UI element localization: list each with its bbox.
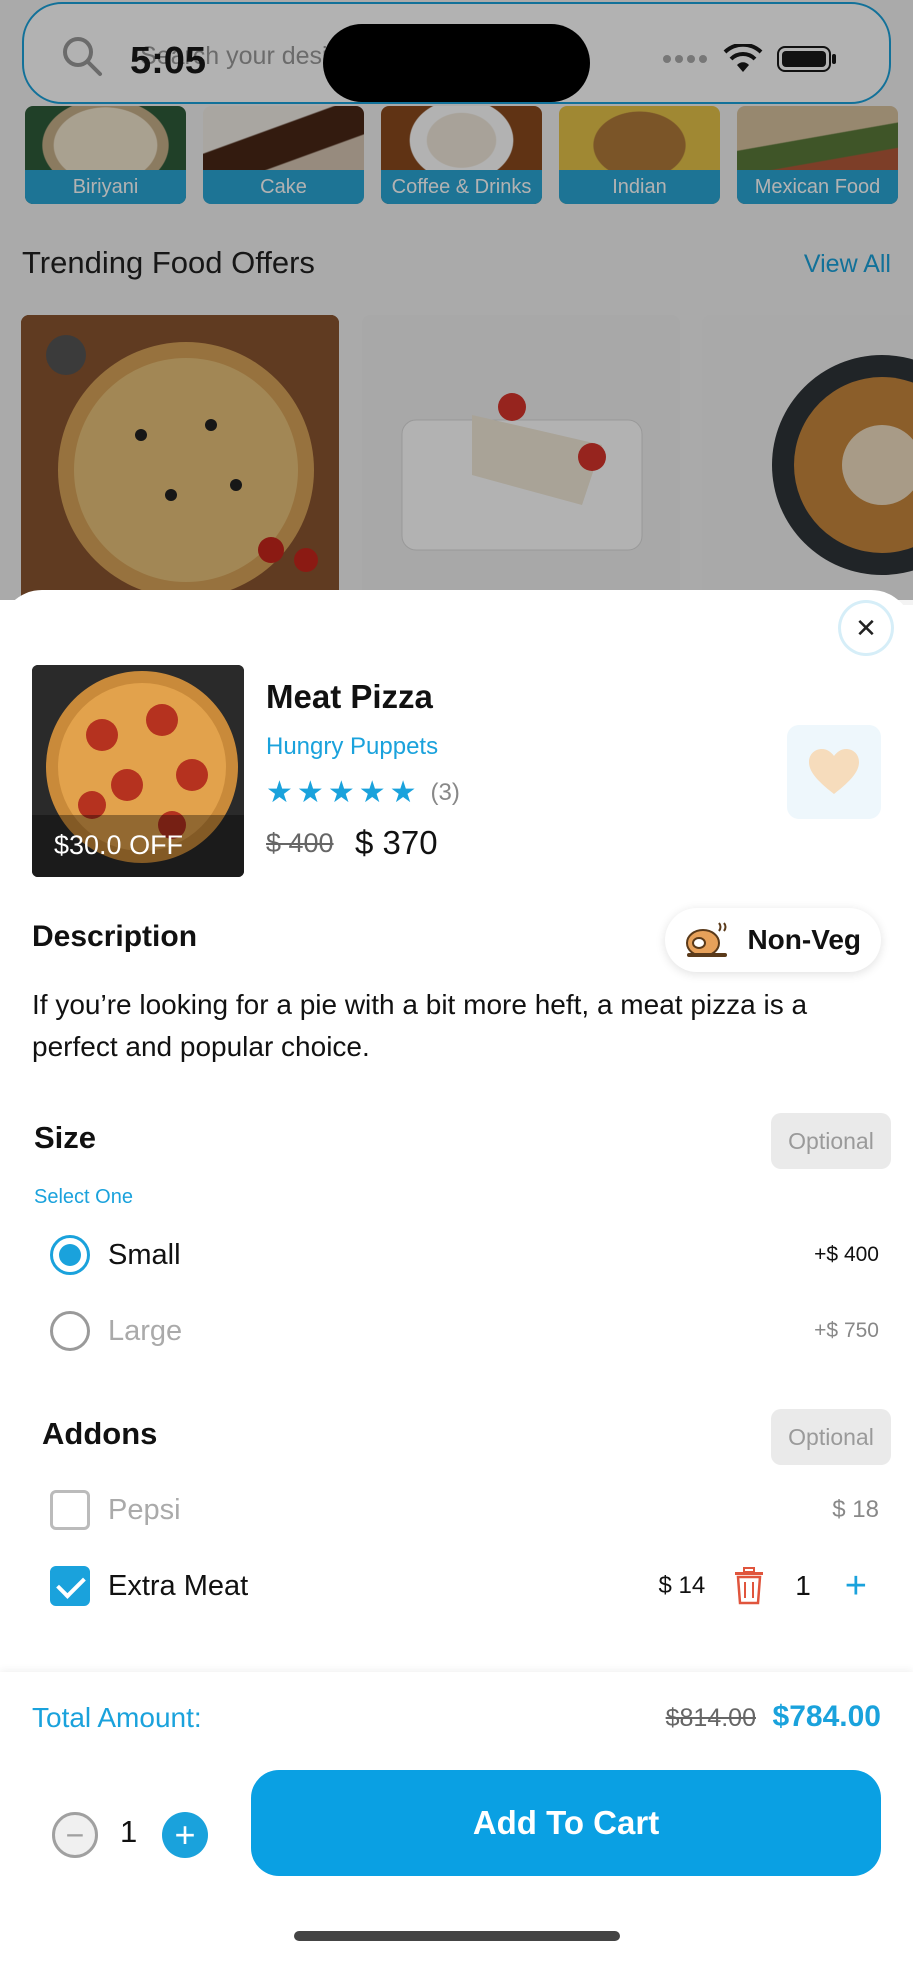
minus-icon: − [65, 1816, 85, 1853]
status-icons [661, 44, 837, 74]
rating-count: (3) [430, 779, 460, 806]
close-icon: ✕ [855, 612, 877, 643]
addon-quantity-controls: $ 14 1 + [659, 1567, 880, 1605]
size-option-small[interactable]: Small +$ 400 [50, 1230, 879, 1280]
plus-icon[interactable]: + [845, 1567, 867, 1605]
meat-icon [686, 922, 728, 957]
cellular-signal-icon [663, 55, 707, 63]
size-optional-badge: Optional [771, 1113, 891, 1169]
star-icon: ★ [266, 776, 293, 809]
total-amount: $784.00 [772, 1700, 881, 1733]
star-icon: ★ [389, 776, 417, 809]
trash-icon[interactable] [733, 1567, 765, 1605]
rating: ★ ★ ★ ★ ★ (3) [266, 778, 460, 808]
diet-label: Non-Veg [747, 924, 861, 955]
addon-extra-meat[interactable]: Extra Meat $ 14 1 + [50, 1561, 879, 1611]
product-image: $30.0 OFF [32, 665, 244, 877]
star-icon: ★ [296, 776, 324, 809]
addon-quantity: 1 [795, 1570, 811, 1601]
discounted-price: $ 370 [355, 824, 438, 861]
battery-icon [777, 46, 836, 72]
restaurant-link[interactable]: Hungry Puppets [266, 733, 438, 761]
star-icon: ★ [358, 776, 386, 809]
diet-tag: Non-Veg [665, 908, 881, 972]
wifi-icon [723, 44, 763, 72]
product-name: Meat Pizza [266, 678, 433, 715]
cart-footer: Total Amount: $814.00 $784.00 − 1 + Add … [0, 1672, 913, 1980]
addon-label: Pepsi [108, 1493, 181, 1526]
size-option-price: +$ 750 [814, 1319, 879, 1342]
description-text: If you’re looking for a pie with a bit m… [32, 989, 808, 1062]
addon-price: $ 14 [658, 1572, 706, 1599]
star-icon: ★ [327, 776, 355, 809]
size-option-price: +$ 400 [814, 1243, 879, 1266]
total-label: Total Amount: [32, 1702, 202, 1733]
size-option-large[interactable]: Large +$ 750 [50, 1306, 879, 1356]
size-hint: Select One [34, 1186, 133, 1208]
addons-title: Addons [42, 1416, 158, 1451]
add-to-cart-button[interactable]: Add To Cart [251, 1770, 881, 1876]
status-time: 5:05 [130, 40, 207, 82]
product-bottom-sheet: ✕ $30.0 OFF Meat Pizza Hungry Puppets ★ … [0, 590, 913, 1980]
close-button[interactable]: ✕ [841, 603, 891, 653]
dynamic-island [323, 24, 590, 102]
size-title: Size [34, 1120, 97, 1155]
checkbox-unchecked[interactable] [50, 1490, 90, 1530]
checkbox-checked[interactable] [50, 1566, 90, 1606]
home-indicator [294, 1931, 620, 1941]
addon-price: $ 18 [832, 1496, 879, 1523]
total-original: $814.00 [665, 1704, 756, 1732]
description-title: Description [32, 920, 198, 953]
original-price: $ 400 [266, 828, 334, 858]
size-option-label: Large [108, 1314, 183, 1347]
plus-icon: + [174, 1814, 196, 1855]
radio-unselected[interactable] [50, 1311, 90, 1351]
size-option-label: Small [108, 1238, 181, 1271]
discount-badge: $30.0 OFF [54, 830, 184, 860]
heart-icon [809, 749, 859, 794]
favorite-button[interactable] [787, 725, 881, 819]
addon-pepsi[interactable]: Pepsi $ 18 [50, 1485, 879, 1535]
decrease-quantity-button[interactable]: − [52, 1812, 98, 1858]
radio-selected[interactable] [50, 1235, 90, 1275]
quantity-value: 1 [120, 1814, 138, 1849]
addons-optional-badge: Optional [771, 1409, 891, 1465]
addon-label: Extra Meat [108, 1569, 249, 1602]
increase-quantity-button[interactable]: + [162, 1812, 208, 1858]
